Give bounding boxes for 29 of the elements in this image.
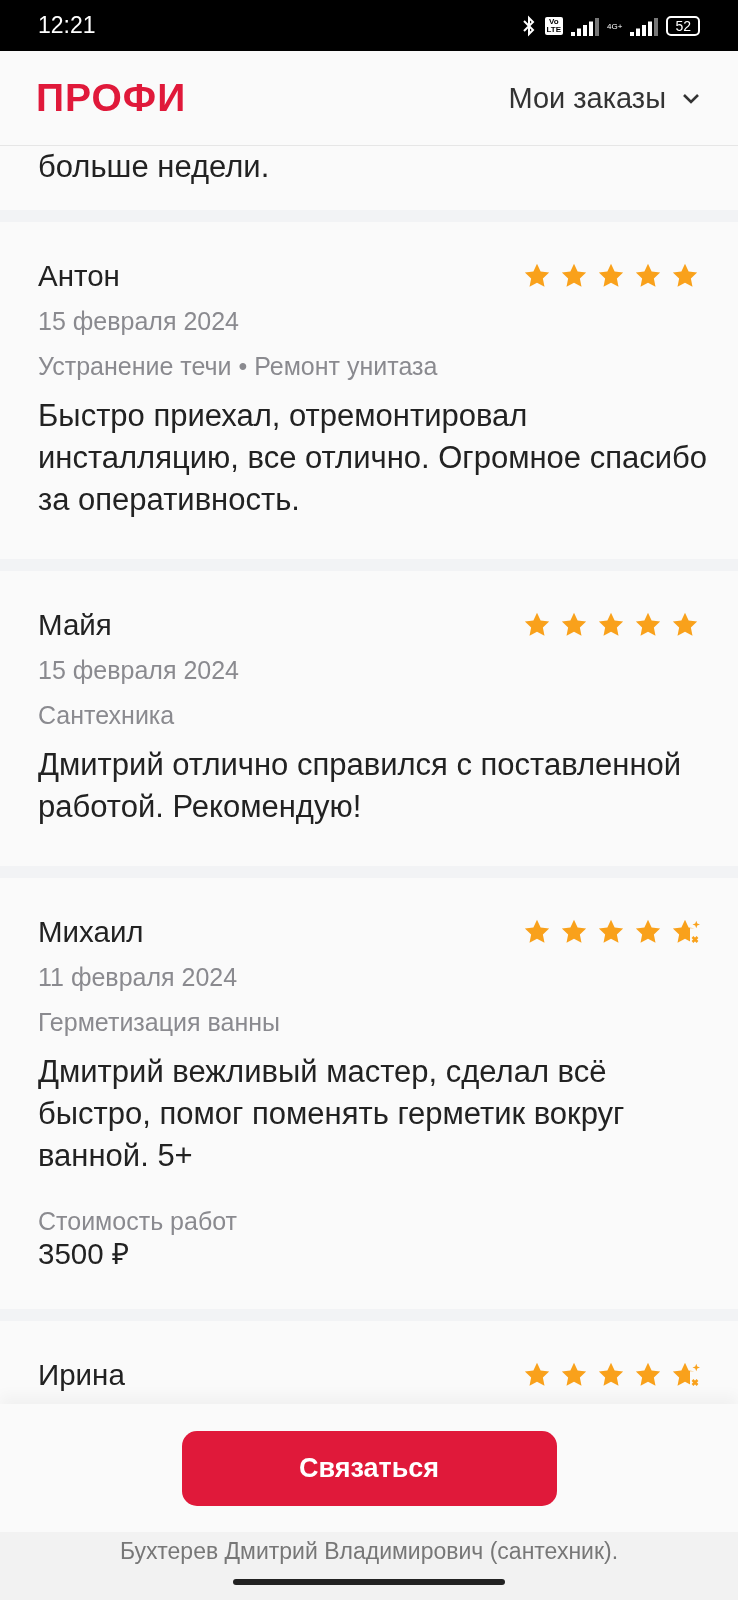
bluetooth-icon bbox=[520, 14, 537, 37]
cost-value: 3500 ₽ bbox=[38, 1237, 130, 1271]
review-text: Дмитрий отлично справился с поставленной работой. Рекомендую! bbox=[38, 746, 683, 826]
review-date: 15 февраля 2024 bbox=[38, 306, 240, 336]
review-date: 11 февраля 2024 bbox=[38, 962, 239, 992]
signal-icon bbox=[571, 15, 600, 36]
network-type: 4G+ bbox=[607, 22, 623, 31]
cost-label: Стоимость работ bbox=[38, 1206, 239, 1236]
review-text: Дмитрий вежливый мастер, сделал всё быстро, помог поменять герметик вокруг ванной. 5+ bbox=[38, 1053, 626, 1175]
clock-time: 12:21 bbox=[38, 12, 96, 39]
review-text: больше недели. bbox=[38, 148, 271, 186]
service-tags: Сантехника bbox=[38, 700, 700, 730]
reviewer-name: Ирина bbox=[38, 1358, 125, 1392]
signal-icon bbox=[630, 15, 659, 36]
chevron-down-icon bbox=[682, 92, 700, 104]
review-date: 15 февраля 2024 bbox=[38, 655, 240, 685]
volte-icon: Vo LTE bbox=[544, 16, 564, 35]
home-indicator[interactable] bbox=[233, 1579, 505, 1585]
logo: ПРОФИ bbox=[36, 76, 187, 120]
specialist-caption: Бухтерев Дмитрий Владимирович (сантехник). bbox=[119, 1538, 619, 1565]
review-text: Быстро приехал, отремонтировал инсталляцию, все отлично. Огромное спасибо за оперативность. bbox=[38, 397, 708, 519]
contact-button[interactable]: Связаться bbox=[181, 1431, 557, 1506]
reviewer-name: Майя bbox=[38, 608, 112, 642]
service-tags: Устранение течи • Ремонт унитаза bbox=[38, 351, 700, 381]
battery-icon: 52 bbox=[666, 15, 700, 36]
service-tags: Герметизация ванны bbox=[38, 1007, 700, 1037]
reviewer-name: Антон bbox=[38, 259, 120, 293]
orders-menu[interactable]: Мои заказы bbox=[508, 81, 700, 115]
reviewer-name: Михаил bbox=[38, 915, 144, 949]
